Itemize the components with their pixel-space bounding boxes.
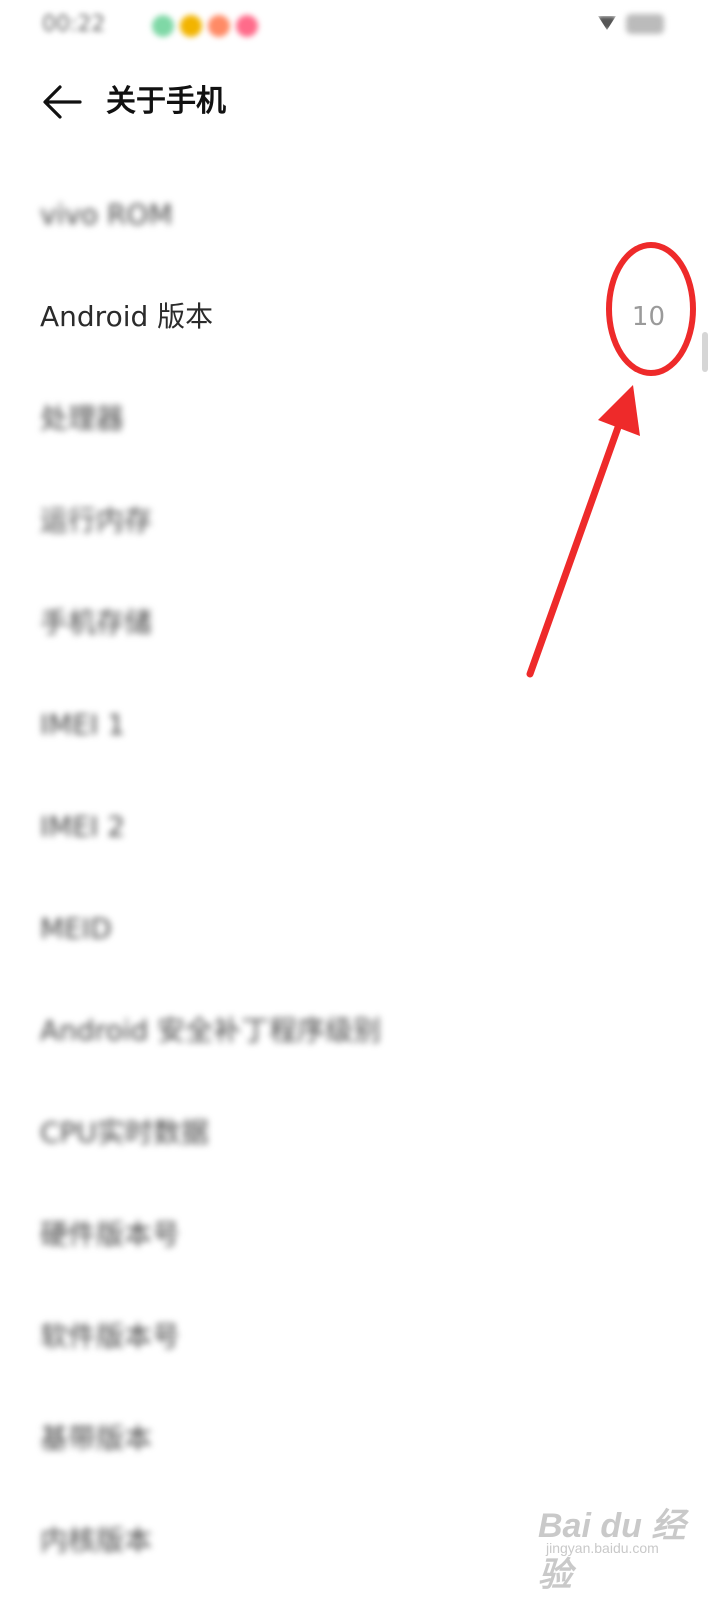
- list-item-label: 软件版本号: [40, 1320, 181, 1353]
- notification-icon: [236, 15, 258, 37]
- notification-icon: [152, 15, 174, 37]
- list-item[interactable]: 基带版本: [0, 1387, 720, 1489]
- list-item[interactable]: IMEI 1: [0, 673, 720, 775]
- list-item[interactable]: MEID: [0, 877, 720, 979]
- list-item-label: MEID: [40, 912, 112, 945]
- list-item[interactable]: 手机存储: [0, 571, 720, 673]
- notification-icon: [180, 15, 202, 37]
- about-phone-list: vivo ROM Android 版本 10 处理器运行内存手机存储 IMEI 1 IME…: [0, 163, 720, 1591]
- list-item-label: IMEI 1: [40, 708, 126, 741]
- scrollbar[interactable]: [702, 332, 708, 372]
- wifi-icon: [598, 16, 616, 30]
- list-item-label: 运行内存: [40, 504, 153, 537]
- battery-icon: [626, 14, 664, 34]
- notification-icon: [208, 15, 230, 37]
- list-item-label: Android 版本: [40, 300, 214, 333]
- app-bar: 关于手机: [0, 70, 720, 140]
- watermark-url: jingyan.baidu.com: [546, 1540, 659, 1556]
- list-item[interactable]: vivo ROM: [0, 163, 720, 265]
- list-item[interactable]: CPU实时数据: [0, 1081, 720, 1183]
- baidu-watermark: Bai du 经验 jingyan.baidu.com: [538, 1490, 708, 1594]
- list-item-label: Android 安全补丁程序级别: [40, 1014, 382, 1047]
- list-item-label: 内核版本: [40, 1524, 153, 1557]
- arrow-left-icon: [43, 85, 82, 119]
- list-item[interactable]: IMEI 2: [0, 775, 720, 877]
- list-item[interactable]: Android 安全补丁程序级别: [0, 979, 720, 1081]
- list-item-label: CPU实时数据: [40, 1116, 209, 1149]
- back-button[interactable]: [40, 80, 84, 124]
- list-item-value: 10: [631, 302, 665, 332]
- list-item[interactable]: Android 版本 10: [0, 265, 720, 367]
- list-item-label: 处理器: [40, 402, 125, 435]
- status-time: 00:22: [42, 12, 106, 37]
- list-item-label: IMEI 2: [40, 810, 126, 843]
- list-item[interactable]: 软件版本号: [0, 1285, 720, 1387]
- list-item-label: 手机存储: [40, 606, 153, 639]
- list-item[interactable]: 运行内存: [0, 469, 720, 571]
- status-bar: 00:22: [0, 0, 720, 60]
- list-item-label: vivo ROM: [40, 198, 173, 231]
- list-item[interactable]: 处理器: [0, 367, 720, 469]
- list-item-label: 硬件版本号: [40, 1218, 181, 1251]
- list-item-label: 基带版本: [40, 1422, 153, 1455]
- page-title: 关于手机: [106, 84, 226, 119]
- list-item[interactable]: 硬件版本号: [0, 1183, 720, 1285]
